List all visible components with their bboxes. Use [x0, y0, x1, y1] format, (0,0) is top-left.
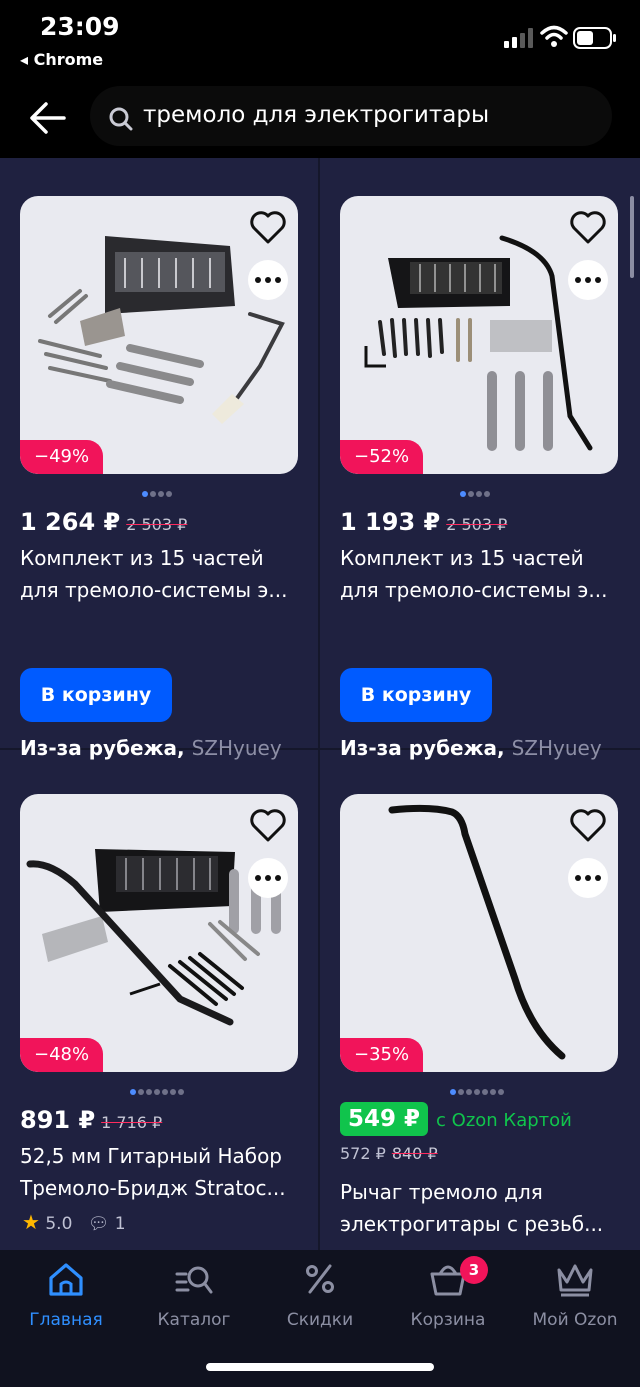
seller-brand[interactable]: SZHyuey: [192, 736, 282, 760]
signal-icon: [504, 28, 533, 48]
seller-origin: Из-за рубежа,: [340, 736, 505, 760]
seller-info: Из-за рубежа, SZHyuey: [340, 736, 602, 760]
ozon-card-price: 549 ₽ с Ozon Картой: [340, 1102, 572, 1136]
current-price: 1 264 ₽: [20, 508, 121, 536]
favorite-heart-icon[interactable]: [568, 806, 608, 844]
home-icon: [49, 1263, 83, 1296]
tab-home[interactable]: Главная: [2, 1250, 130, 1340]
star-icon: ★: [22, 1210, 40, 1234]
seller-brand[interactable]: SZHyuey: [512, 736, 602, 760]
regular-prices: 572 ₽ 840 ₽: [340, 1144, 438, 1163]
tab-cart[interactable]: 3 Корзина: [384, 1250, 512, 1340]
product-title-line1[interactable]: Рычаг тремоло для: [340, 1176, 630, 1208]
product-image[interactable]: −52%: [340, 196, 618, 474]
bottom-tab-bar: Главная Каталог Скидки 3 Корзина Мой Ozo…: [0, 1250, 640, 1387]
wifi-icon: [540, 25, 568, 47]
back-to-app-link[interactable]: ◂ Chrome: [20, 50, 103, 69]
product-image[interactable]: −35%: [340, 794, 618, 1072]
seller-origin: Из-за рубежа,: [20, 736, 185, 760]
image-pager-dots: [142, 482, 174, 497]
product-title-line1[interactable]: 52,5 мм Гитарный Набор: [20, 1140, 310, 1172]
tab-label: Скидки: [286, 1310, 354, 1330]
add-to-cart-button[interactable]: В корзину: [20, 668, 172, 722]
current-price: 891 ₽: [20, 1106, 96, 1134]
catalog-search-icon: [175, 1266, 213, 1294]
product-price: 1 264 ₽ 2 503 ₽: [20, 508, 187, 536]
tab-label: Главная: [29, 1310, 103, 1330]
cart-badge: 3: [460, 1256, 488, 1284]
discount-badge: −49%: [20, 440, 104, 474]
favorite-heart-icon[interactable]: [248, 208, 288, 246]
seller-info: Из-за рубежа, SZHyuey: [20, 736, 282, 760]
product-image[interactable]: −48%: [20, 794, 298, 1072]
old-price: 840 ₽: [391, 1144, 438, 1163]
favorite-heart-icon[interactable]: [248, 806, 288, 844]
tab-catalog[interactable]: Каталог: [130, 1250, 258, 1340]
more-options-icon[interactable]: [248, 260, 288, 300]
product-title-line2[interactable]: Тремоло-Бридж Stratoc...: [20, 1172, 310, 1204]
tab-label: Корзина: [410, 1310, 486, 1330]
image-pager-dots: [460, 482, 492, 497]
product-price: 1 193 ₽ 2 503 ₽: [340, 508, 507, 536]
image-pager-dots: [130, 1080, 186, 1095]
old-price: 2 503 ₽: [126, 515, 188, 534]
discount-badge: −52%: [340, 440, 424, 474]
ozon-card-label: с Ozon Картой: [436, 1110, 572, 1131]
product-image[interactable]: −49%: [20, 196, 298, 474]
more-options-icon[interactable]: [568, 260, 608, 300]
current-price: 572 ₽: [340, 1144, 386, 1163]
image-pager-dots: [450, 1080, 506, 1095]
product-title-line2[interactable]: для тремоло-системы э...: [20, 574, 310, 606]
battery-icon: [573, 27, 616, 49]
add-to-cart-button[interactable]: В корзину: [340, 668, 492, 722]
more-options-icon[interactable]: [248, 858, 288, 898]
tab-my-ozon[interactable]: Мой Ozon: [511, 1250, 639, 1340]
search-icon: [109, 107, 133, 131]
status-time: 23:09: [40, 12, 120, 41]
ozon-price-pill: 549 ₽: [340, 1102, 429, 1136]
old-price: 1 716 ₽: [101, 1113, 163, 1132]
reviews-count: 1: [114, 1214, 126, 1234]
tab-discounts[interactable]: Скидки: [256, 1250, 384, 1340]
product-title-line1[interactable]: Комплект из 15 частей: [340, 542, 630, 574]
grid-divider-vertical: [318, 158, 320, 1250]
scrollbar[interactable]: [630, 196, 634, 278]
product-title-line2[interactable]: электрогитары с резьб...: [340, 1208, 630, 1240]
product-rating: ★ 5.0 💬︎ 1: [22, 1210, 126, 1234]
tab-label: Мой Ozon: [532, 1310, 618, 1330]
more-options-icon[interactable]: [568, 858, 608, 898]
search-query[interactable]: тремоло для электрогитары: [143, 102, 489, 128]
status-bar: 23:09 ◂ Chrome: [0, 0, 640, 80]
crown-icon: [557, 1264, 593, 1297]
product-title-line1[interactable]: Комплект из 15 частей: [20, 542, 310, 574]
favorite-heart-icon[interactable]: [568, 208, 608, 246]
product-price: 891 ₽ 1 716 ₽: [20, 1106, 162, 1134]
search-header: тремоло для электрогитары: [0, 80, 640, 158]
home-indicator: [206, 1363, 434, 1371]
tab-label: Каталог: [157, 1310, 231, 1330]
comment-icon: 💬︎: [87, 1214, 110, 1234]
back-arrow-icon[interactable]: [26, 98, 70, 138]
discount-badge: −35%: [340, 1038, 424, 1072]
percent-icon: [306, 1264, 334, 1294]
old-price: 2 503 ₽: [446, 515, 508, 534]
rating-value: 5.0: [45, 1214, 73, 1234]
discount-badge: −48%: [20, 1038, 104, 1072]
product-title-line2[interactable]: для тремоло-системы э...: [340, 574, 630, 606]
product-grid: −49% 1 264 ₽ 2 503 ₽ Комплект из 15 часте…: [0, 158, 640, 1250]
current-price: 1 193 ₽: [340, 508, 441, 536]
